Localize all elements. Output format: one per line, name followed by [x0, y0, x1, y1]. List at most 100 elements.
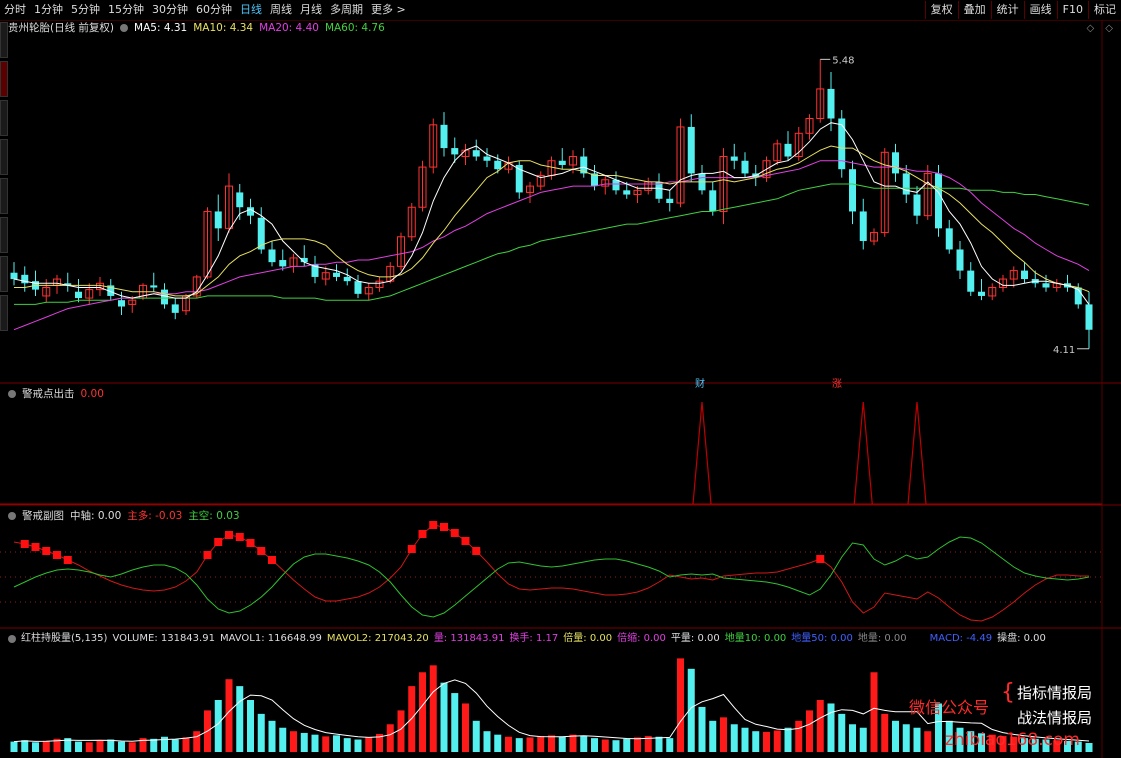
- volume-bar: [515, 738, 523, 752]
- candle-body-down: [150, 285, 158, 288]
- cai-marker[interactable]: 财: [695, 375, 705, 390]
- volume-bar: [247, 700, 254, 752]
- vol-mavol1: MAVOL1: 116648.99: [219, 633, 322, 644]
- vol-mavol2: MAVOL2: 217043.20: [326, 633, 429, 644]
- volume-bar: [655, 736, 663, 752]
- candle-body-down: [859, 211, 867, 242]
- volume-bar: [397, 710, 405, 752]
- volume-bar: [849, 724, 856, 752]
- candle-body-down: [171, 304, 179, 313]
- osc-red-block: [407, 545, 416, 553]
- osc-red-block: [53, 551, 61, 559]
- alert-spike: [907, 401, 927, 505]
- volume-bar: [225, 679, 233, 752]
- osc-red-block: [246, 539, 255, 547]
- volume-bar: [32, 742, 39, 752]
- nav-diamond-icon[interactable]: ◇ ◇: [1086, 23, 1117, 34]
- ma20-label: MA20: 4.40: [259, 22, 319, 34]
- vol-caopan: 操盘: 0.00: [997, 633, 1046, 644]
- volume-bar: [193, 731, 201, 752]
- volume-bar: [795, 720, 803, 752]
- candle-body-down: [75, 291, 82, 299]
- volume-bar: [569, 734, 577, 752]
- alert-title: 警戒点出击: [22, 388, 75, 400]
- volume-bar: [107, 739, 115, 752]
- volume-bar: [322, 736, 330, 752]
- volume-bar: [290, 731, 297, 752]
- candle-body-down: [666, 198, 674, 203]
- volume-bar: [601, 739, 609, 752]
- volume-bar: [741, 727, 749, 752]
- volume-bar: [709, 720, 717, 752]
- candle-body-down: [709, 190, 717, 212]
- volume-bar: [300, 732, 308, 752]
- candle-body-down: [558, 160, 566, 165]
- wm-line2: 指标情报局: [1017, 684, 1093, 702]
- volume-bar: [150, 738, 158, 752]
- volume-bar: [429, 665, 437, 752]
- osc-red-block: [418, 530, 427, 538]
- volume-bar: [634, 737, 641, 752]
- wm-url: zhibiao168.com: [945, 730, 1080, 750]
- volume-bar: [171, 739, 179, 752]
- volume-bar: [472, 720, 480, 752]
- candle-body-down: [687, 126, 695, 174]
- vol-beisuo: 倍缩: 0.00: [617, 633, 666, 644]
- osc-red-block: [268, 556, 276, 564]
- osc-red-block: [450, 529, 459, 537]
- alert-spike: [692, 401, 712, 505]
- alert-value: 0.00: [80, 388, 104, 400]
- volume-bar: [268, 720, 276, 752]
- candle-body-down: [978, 291, 985, 296]
- volume-bar: [612, 740, 620, 752]
- volume-panel-header: 红柱持股量(5,135) VOLUME: 131843.91 MAVOL1: 1…: [8, 632, 1046, 646]
- vol-huanshou: 换手: 1.17: [509, 633, 559, 644]
- volume-bar: [279, 727, 287, 752]
- price-title: 贵州轮胎(日线 前复权): [8, 22, 115, 34]
- vol-dibi50: 地量50: 0.00: [791, 633, 853, 644]
- zhang-marker[interactable]: 涨: [832, 375, 842, 390]
- candle-body-down: [967, 270, 975, 292]
- candle-body-down: [730, 156, 738, 161]
- vol-pingliang: 平量: 0.00: [670, 633, 720, 644]
- volume-bar: [21, 740, 29, 752]
- candle-body-down: [1042, 283, 1050, 288]
- settings-circle-icon[interactable]: [120, 24, 129, 32]
- volume-bar: [816, 700, 824, 752]
- settings-circle-icon[interactable]: [8, 512, 16, 520]
- volume-bar: [859, 727, 867, 752]
- volume-bar: [85, 742, 93, 752]
- volume-bar: [451, 693, 459, 752]
- volume-bar: [806, 710, 813, 752]
- low-label: 4.11: [1053, 345, 1075, 356]
- candle-body-down: [343, 276, 351, 282]
- ma60-label: MA60: 4.76: [324, 22, 385, 34]
- candle-body-down: [10, 272, 18, 280]
- candle-body-down: [1021, 270, 1028, 280]
- osc-red-line: [13, 524, 1089, 622]
- osc-short: 主空: 0.03: [188, 510, 240, 522]
- osc-red-block: [472, 547, 481, 555]
- osc-red-block: [440, 523, 448, 531]
- candle-body-down: [214, 211, 222, 229]
- volume-bar: [354, 739, 362, 752]
- wm-line1: 微信公众号: [909, 698, 990, 717]
- volume-bar: [591, 738, 598, 752]
- osc-red-block: [461, 537, 470, 545]
- candle-body-down: [472, 150, 480, 157]
- volume-bar: [720, 717, 727, 752]
- candle-body-down: [784, 143, 792, 157]
- settings-circle-icon[interactable]: [8, 390, 16, 398]
- volume-bar: [526, 737, 534, 752]
- candle-body-down: [945, 228, 953, 250]
- candle-body-down: [849, 169, 856, 212]
- price-panel-header: 贵州轮胎(日线 前复权) MA5: 4.31 MA10: 4.34 MA20: …: [8, 21, 385, 35]
- candle-body-down: [451, 148, 459, 155]
- volume-bar: [558, 736, 566, 752]
- settings-circle-icon[interactable]: [8, 635, 16, 643]
- volume-bar: [752, 731, 760, 752]
- candle-body-down: [935, 173, 942, 229]
- watermark: 微信公众号 { 指标情报局 战法情报局 zhibiao168.com: [905, 680, 1115, 754]
- volume-bar: [118, 741, 125, 752]
- vol-dibiliang: 地量10: 0.00: [724, 633, 787, 644]
